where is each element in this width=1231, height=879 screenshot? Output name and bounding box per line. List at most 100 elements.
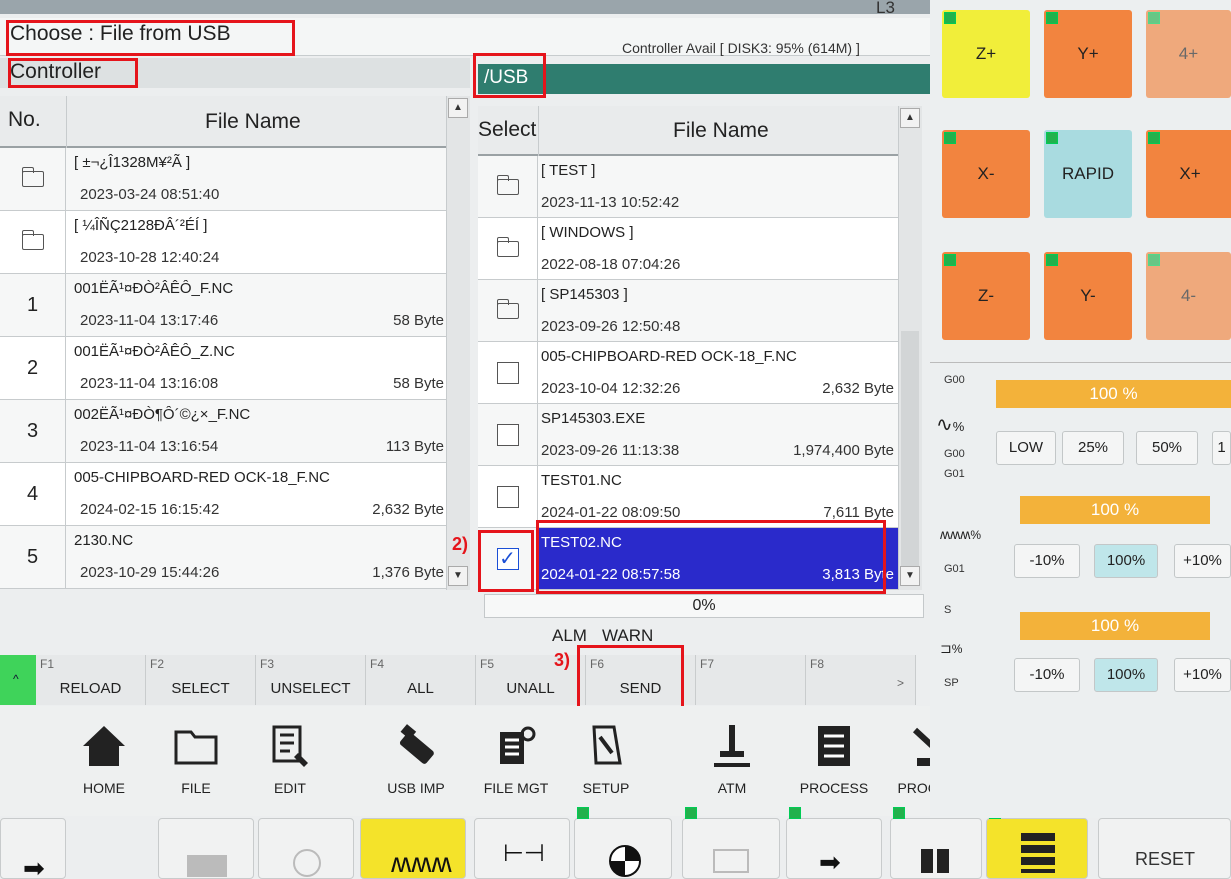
g01-btn[interactable]: +10% — [1174, 544, 1231, 578]
select-cell[interactable] — [478, 218, 538, 279]
nav-home[interactable]: HOME — [60, 720, 148, 810]
scroll-up-button[interactable]: ▲ — [900, 108, 920, 128]
scroll-down-button[interactable]: ▼ — [900, 566, 920, 586]
tool-feed-wave[interactable]: ʍʍʍ — [360, 818, 466, 879]
select-cell[interactable] — [478, 280, 538, 341]
table-row[interactable]: 005-CHIPBOARD-RED OCK-18_F.NC 2023-10-04 … — [478, 342, 898, 404]
jog-4plus[interactable]: 4+ — [1146, 10, 1231, 98]
fkey-more-icon[interactable]: > — [897, 676, 904, 690]
led-green — [944, 12, 956, 24]
tool-stack[interactable] — [986, 807, 1088, 879]
file-date: 2023-09-26 11:13:38 — [541, 442, 680, 459]
fkey-label: RELOAD — [59, 680, 122, 697]
folder-icon — [496, 298, 519, 319]
g00-btn[interactable]: 1 — [1212, 431, 1231, 465]
fkey-select[interactable]: F2 SELECT — [146, 655, 256, 705]
file-date: 2023-10-28 12:40:24 — [80, 249, 220, 266]
table-row[interactable]: [ WINDOWS ] 2022-08-18 07:04:26 — [478, 218, 898, 280]
tool-step[interactable]: ⊢⊣ — [474, 818, 570, 879]
nav-usb-imp[interactable]: USB IMP — [372, 720, 460, 810]
jog-zminus[interactable]: Z- — [942, 252, 1030, 340]
table-row[interactable]: SP145303.EXE 2023-09-26 11:13:38 1,974,400… — [478, 404, 898, 466]
jog-xminus[interactable]: X- — [942, 130, 1030, 218]
g00-btn[interactable]: 50% — [1136, 431, 1198, 465]
s-btn[interactable]: 100% — [1094, 658, 1158, 692]
jog-rapid[interactable]: RAPID — [1044, 130, 1132, 218]
select-cell[interactable] — [478, 156, 538, 217]
scroll-up-button[interactable]: ▲ — [448, 98, 468, 118]
tool-arrow-right[interactable]: ➡ — [0, 818, 66, 879]
scroll-down-button[interactable]: ▼ — [448, 566, 468, 586]
fkey-unselect[interactable]: F3 UNSELECT — [256, 655, 366, 705]
fkey-f7[interactable]: F7 — [696, 655, 806, 705]
file-info[interactable]: 005-CHIPBOARD-RED OCK-18_F.NC 2023-10-04 … — [539, 342, 898, 403]
file-info[interactable]: SP145303.EXE 2023-09-26 11:13:38 1,974,400… — [539, 404, 898, 465]
s-btn[interactable]: -10% — [1014, 658, 1080, 692]
s-btn[interactable]: +10% — [1174, 658, 1231, 692]
file-info[interactable]: [ TEST ] 2023-11-13 10:52:42 — [539, 156, 898, 217]
nav-edit[interactable]: EDIT — [246, 720, 334, 810]
col-select: Select — [478, 118, 537, 141]
checkbox[interactable] — [496, 423, 519, 446]
scroll-thumb[interactable] — [901, 331, 919, 581]
table-row[interactable]: 3 002ËÃ¹¤ÐÒ¶Ô´©¿×_F.NC 2023-11-04 13:16:54… — [0, 400, 446, 463]
table-row[interactable]: [ ±¬¿Î1328M¥²Ã ] 2023-03-24 08:51:40 — [0, 148, 446, 211]
g00-btn[interactable]: LOW — [996, 431, 1056, 465]
usb-scrollbar[interactable]: ▲ ▼ — [898, 106, 922, 590]
table-row[interactable]: 1 001ËÃ¹¤ÐÒ²ÂÊÔ_F.NC 2023-11-04 13:17:46 58… — [0, 274, 446, 337]
file-info[interactable]: [ SP145303 ] 2023-09-26 12:50:48 — [539, 280, 898, 341]
jog-yplus[interactable]: Y+ — [1044, 10, 1132, 98]
tool-camera[interactable] — [682, 807, 780, 879]
fkey-all[interactable]: F4 ALL — [366, 655, 476, 705]
file-name: [ SP145303 ] — [541, 286, 628, 303]
nav-file-mgt[interactable]: FILE MGT — [472, 720, 560, 810]
file-info[interactable]: TEST01.NC 2024-01-22 08:09:50 7,611 Byte — [539, 466, 898, 527]
select-cell[interactable] — [478, 466, 538, 527]
file-info[interactable]: [ WINDOWS ] 2022-08-18 07:04:26 — [539, 218, 898, 279]
nav-atm[interactable]: ATM — [688, 720, 776, 810]
fkey-page-toggle[interactable]: ^ — [0, 655, 36, 705]
file-size: 1,376 Byte — [372, 564, 444, 581]
file-size: 58 Byte — [393, 312, 444, 329]
jog-4minus[interactable]: 4- — [1146, 252, 1231, 340]
table-row[interactable]: [ TEST ] 2023-11-13 10:52:42 — [478, 156, 898, 218]
nav-process[interactable]: PROCESS — [790, 720, 878, 810]
row-number: 3 — [0, 400, 66, 462]
table-row[interactable]: TEST01.NC 2024-01-22 08:09:50 7,611 Byte — [478, 466, 898, 528]
reset-button[interactable]: RESET — [1098, 818, 1231, 879]
annotation-box-usb — [473, 53, 546, 98]
forward-icon: ➡ — [819, 847, 841, 877]
g01-btn[interactable]: -10% — [1014, 544, 1080, 578]
checkbox[interactable] — [496, 485, 519, 508]
nav-label: PROCESS — [799, 780, 869, 796]
row-number — [0, 211, 66, 273]
table-row[interactable]: [ SP145303 ] 2023-09-26 12:50:48 — [478, 280, 898, 342]
process-icon — [790, 720, 878, 772]
tool-forward[interactable]: ➡ — [786, 807, 882, 879]
g01-btn[interactable]: 100% — [1094, 544, 1158, 578]
tool-hand-wheel[interactable] — [158, 818, 254, 879]
checkbox[interactable] — [496, 361, 519, 384]
file-date: 2023-10-04 12:32:26 — [541, 380, 681, 397]
nav-setup[interactable]: SETUP — [562, 720, 650, 810]
table-row[interactable]: 2 001ËÃ¹¤ÐÒ²ÂÊÔ_Z.NC 2023-11-04 13:16:08 58… — [0, 337, 446, 400]
table-row[interactable]: 5 2130.NC 2023-10-29 15:44:26 1,376 Byte — [0, 526, 446, 589]
jog-zplus[interactable]: Z+ — [942, 10, 1030, 98]
folder-icon — [21, 167, 44, 187]
controller-scrollbar[interactable]: ▲ ▼ — [446, 96, 470, 590]
select-cell[interactable] — [478, 404, 538, 465]
select-cell[interactable] — [478, 342, 538, 403]
table-row[interactable]: [ ¼ÎÑÇ2128ÐÂ´²ÉÍ ] 2023-10-28 12:40:24 — [0, 211, 446, 274]
jog-xplus[interactable]: X+ — [1146, 130, 1231, 218]
edit-icon — [246, 720, 334, 772]
fkey-reload[interactable]: F1 RELOAD — [36, 655, 146, 705]
nav-file[interactable]: FILE — [152, 720, 240, 810]
tool-split[interactable] — [890, 807, 982, 879]
file-size: 113 Byte — [385, 438, 444, 455]
tool-steering[interactable] — [258, 818, 354, 879]
g00-btn[interactable]: 25% — [1062, 431, 1124, 465]
tool-origin[interactable] — [574, 807, 672, 879]
row-number: 2 — [0, 337, 66, 399]
jog-yminus[interactable]: Y- — [1044, 252, 1132, 340]
table-row[interactable]: 4 005-CHIPBOARD-RED OCK-18_F.NC 2024-02-15… — [0, 463, 446, 526]
